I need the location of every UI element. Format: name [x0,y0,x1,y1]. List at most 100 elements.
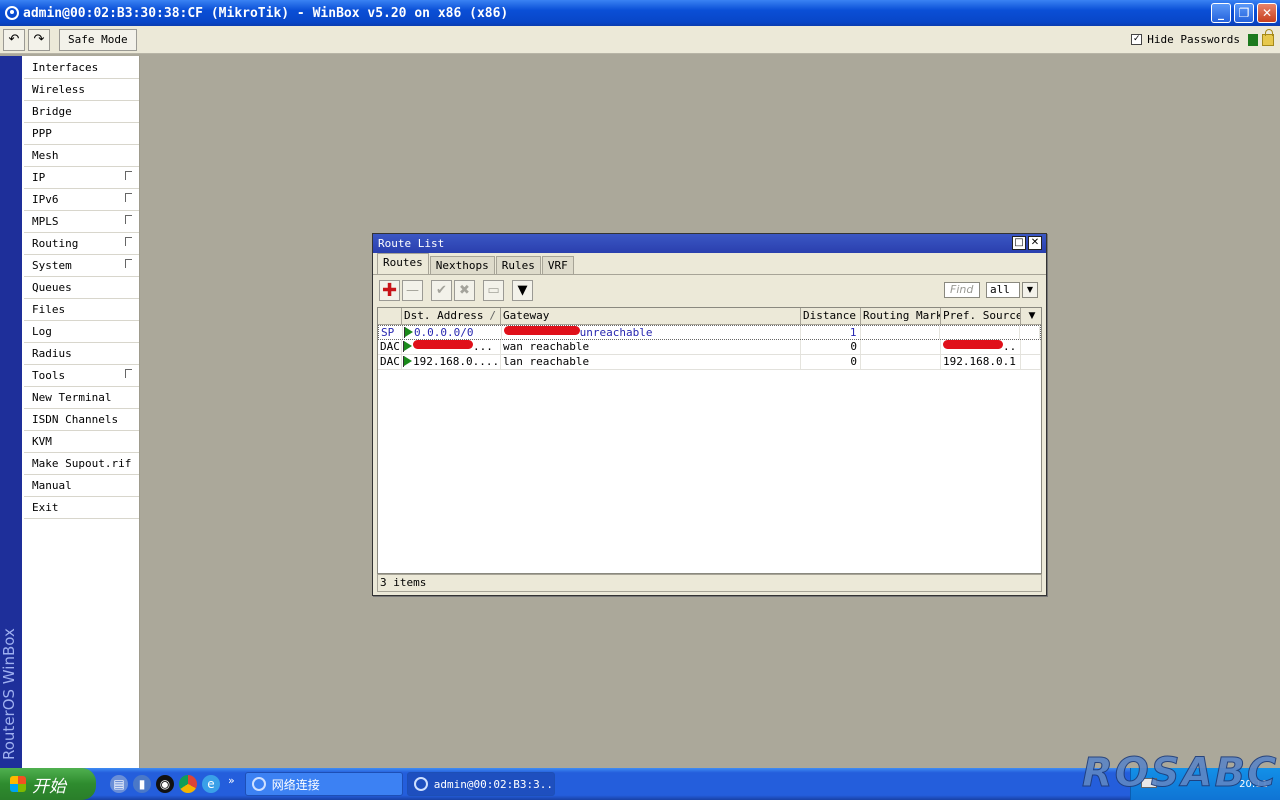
menu-item-make-supout[interactable]: Make Supout.rif [24,453,139,475]
menu-item-label: Tools [32,369,66,382]
menu-item-interfaces[interactable]: Interfaces [24,57,139,79]
winbox-icon [413,777,428,791]
route-distance: 0 [801,340,861,354]
route-list-window: Route List □ ✕ Routes Nexthops Rules VRF… [372,233,1047,596]
route-flag-icon [403,341,412,352]
col-header-distance[interactable]: Distance [801,308,861,324]
quicklaunch-app-icon[interactable]: ▮ [133,775,151,793]
table-row[interactable]: SP 0.0.0.0/0 unreachable 1 [378,325,1041,340]
menu-item-label: System [32,259,72,272]
menu-item-ip[interactable]: IP [24,167,139,189]
redaction-mark [413,340,473,349]
menu-item-mpls[interactable]: MPLS [24,211,139,233]
table-row[interactable]: DAC ... wan reachable 0 .. [378,340,1041,355]
route-dst-value: 192.168.0.... [413,355,500,368]
restore-button[interactable]: ❐ [1234,3,1254,23]
col-header-label: Dst. Address [404,309,484,322]
enable-route-button[interactable]: ✔ [431,279,452,301]
minimize-button[interactable]: _ [1211,3,1231,23]
col-header-routing-mark[interactable]: Routing Mark [861,308,941,324]
route-distance: 0 [801,355,861,369]
taskbar-item-winbox[interactable]: admin@00:02:B3:3... [406,772,555,796]
route-toolbar: ✚ — ✔ ✖ ▭ ▼ Find all ▼ [373,275,1046,305]
close-window-button[interactable]: ✕ [1028,236,1042,250]
route-table: Dst. Address / Gateway Distance Routing M… [377,307,1042,574]
find-input[interactable]: Find [944,282,980,298]
menu-item-routing[interactable]: Routing [24,233,139,255]
col-header-dst-address[interactable]: Dst. Address / [402,308,501,324]
close-button[interactable]: ✕ [1257,3,1277,23]
route-pref-source: 192.168.0.1 [941,355,1021,369]
route-list-titlebar[interactable]: Route List □ ✕ [373,234,1046,253]
submenu-arrow-icon [125,171,132,180]
maximize-window-button[interactable]: □ [1012,236,1026,250]
menu-item-radius[interactable]: Radius [24,343,139,365]
task-label: admin@00:02:B3:3... [433,777,555,791]
menu-item-kvm[interactable]: KVM [24,431,139,453]
redaction-mark [503,326,580,335]
menu-item-wireless[interactable]: Wireless [24,79,139,101]
main-toolbar: ↶ ↷ Safe Mode ✓ Hide Passwords [0,26,1280,54]
route-gateway-value: unreachable [579,326,653,339]
route-flag-icon [403,356,412,367]
rosabc-watermark: ROSABC [1081,750,1279,797]
connection-status-icon [1248,33,1258,46]
tab-nexthops[interactable]: Nexthops [429,256,495,274]
hide-passwords-toggle[interactable]: ✓ Hide Passwords [1131,33,1240,46]
menu-item-queues[interactable]: Queues [24,277,139,299]
col-header-gateway[interactable]: Gateway [501,308,801,324]
ie-icon[interactable]: e [202,775,220,793]
start-button[interactable]: 开始 [0,768,96,800]
menu-item-tools[interactable]: Tools [24,365,139,387]
menu-item-ppp[interactable]: PPP [24,123,139,145]
menu-item-mesh[interactable]: Mesh [24,145,139,167]
menu-item-new-terminal[interactable]: New Terminal [24,387,139,409]
route-pref-source: .. [941,340,1021,354]
filter-button[interactable]: ▼ [512,279,533,301]
brand-vertical-text: RouterOS WinBox [0,628,18,760]
route-dst-value: 0.0.0.0/0 [413,326,474,339]
route-mark [861,355,941,369]
chevron-down-icon[interactable]: ▼ [1022,282,1038,298]
table-row[interactable]: DAC 192.168.0.... lan reachable 0 192.16… [378,355,1041,370]
network-icon [251,777,266,791]
menu-item-log[interactable]: Log [24,321,139,343]
comment-button[interactable]: ▭ [483,279,504,301]
menu-item-isdn-channels[interactable]: ISDN Channels [24,409,139,431]
routeros-brand-strip: RouterOS WinBox [0,56,22,768]
undo-button[interactable]: ↶ [3,28,25,51]
menu-item-ipv6[interactable]: IPv6 [24,189,139,211]
route-flags: DAC [378,340,402,354]
menu-item-bridge[interactable]: Bridge [24,101,139,123]
route-gateway: wan reachable [501,340,801,354]
route-distance: 1 [801,326,861,339]
menu-item-system[interactable]: System [24,255,139,277]
redo-button[interactable]: ↷ [28,28,50,51]
submenu-arrow-icon [125,193,132,202]
show-desktop-icon[interactable]: ▤ [110,775,128,793]
menu-item-manual[interactable]: Manual [24,475,139,497]
safe-mode-button[interactable]: Safe Mode [59,28,137,51]
tab-rules[interactable]: Rules [495,256,541,274]
route-mark [861,326,941,339]
window-titlebar[interactable]: admin@00:02:B3:30:38:CF (MikroTik) - Win… [0,0,1280,26]
hide-passwords-checkbox[interactable]: ✓ [1131,34,1143,45]
taskbar-item-network[interactable]: 网络连接 [244,772,403,796]
columns-menu-icon[interactable]: ▼ [1021,308,1041,324]
disable-route-button[interactable]: ✖ [454,279,475,301]
col-header-flags[interactable] [378,308,402,324]
quicklaunch-more-icon[interactable]: » [228,774,235,787]
tab-vrf[interactable]: VRF [541,256,574,274]
qq-icon[interactable]: ◉ [156,775,174,793]
remove-route-button[interactable]: — [402,279,423,301]
menu-item-exit[interactable]: Exit [24,497,139,519]
tab-routes[interactable]: Routes [377,253,429,274]
menu-item-files[interactable]: Files [24,299,139,321]
winbox-app-icon [5,6,19,20]
col-header-pref-source[interactable]: Pref. Source [941,308,1021,324]
menu-item-label: IP [32,171,46,184]
chrome-icon[interactable] [179,775,197,793]
status-bar: 3 items [377,574,1042,592]
add-route-button[interactable]: ✚ [379,279,400,301]
filter-select[interactable]: all [986,282,1020,298]
